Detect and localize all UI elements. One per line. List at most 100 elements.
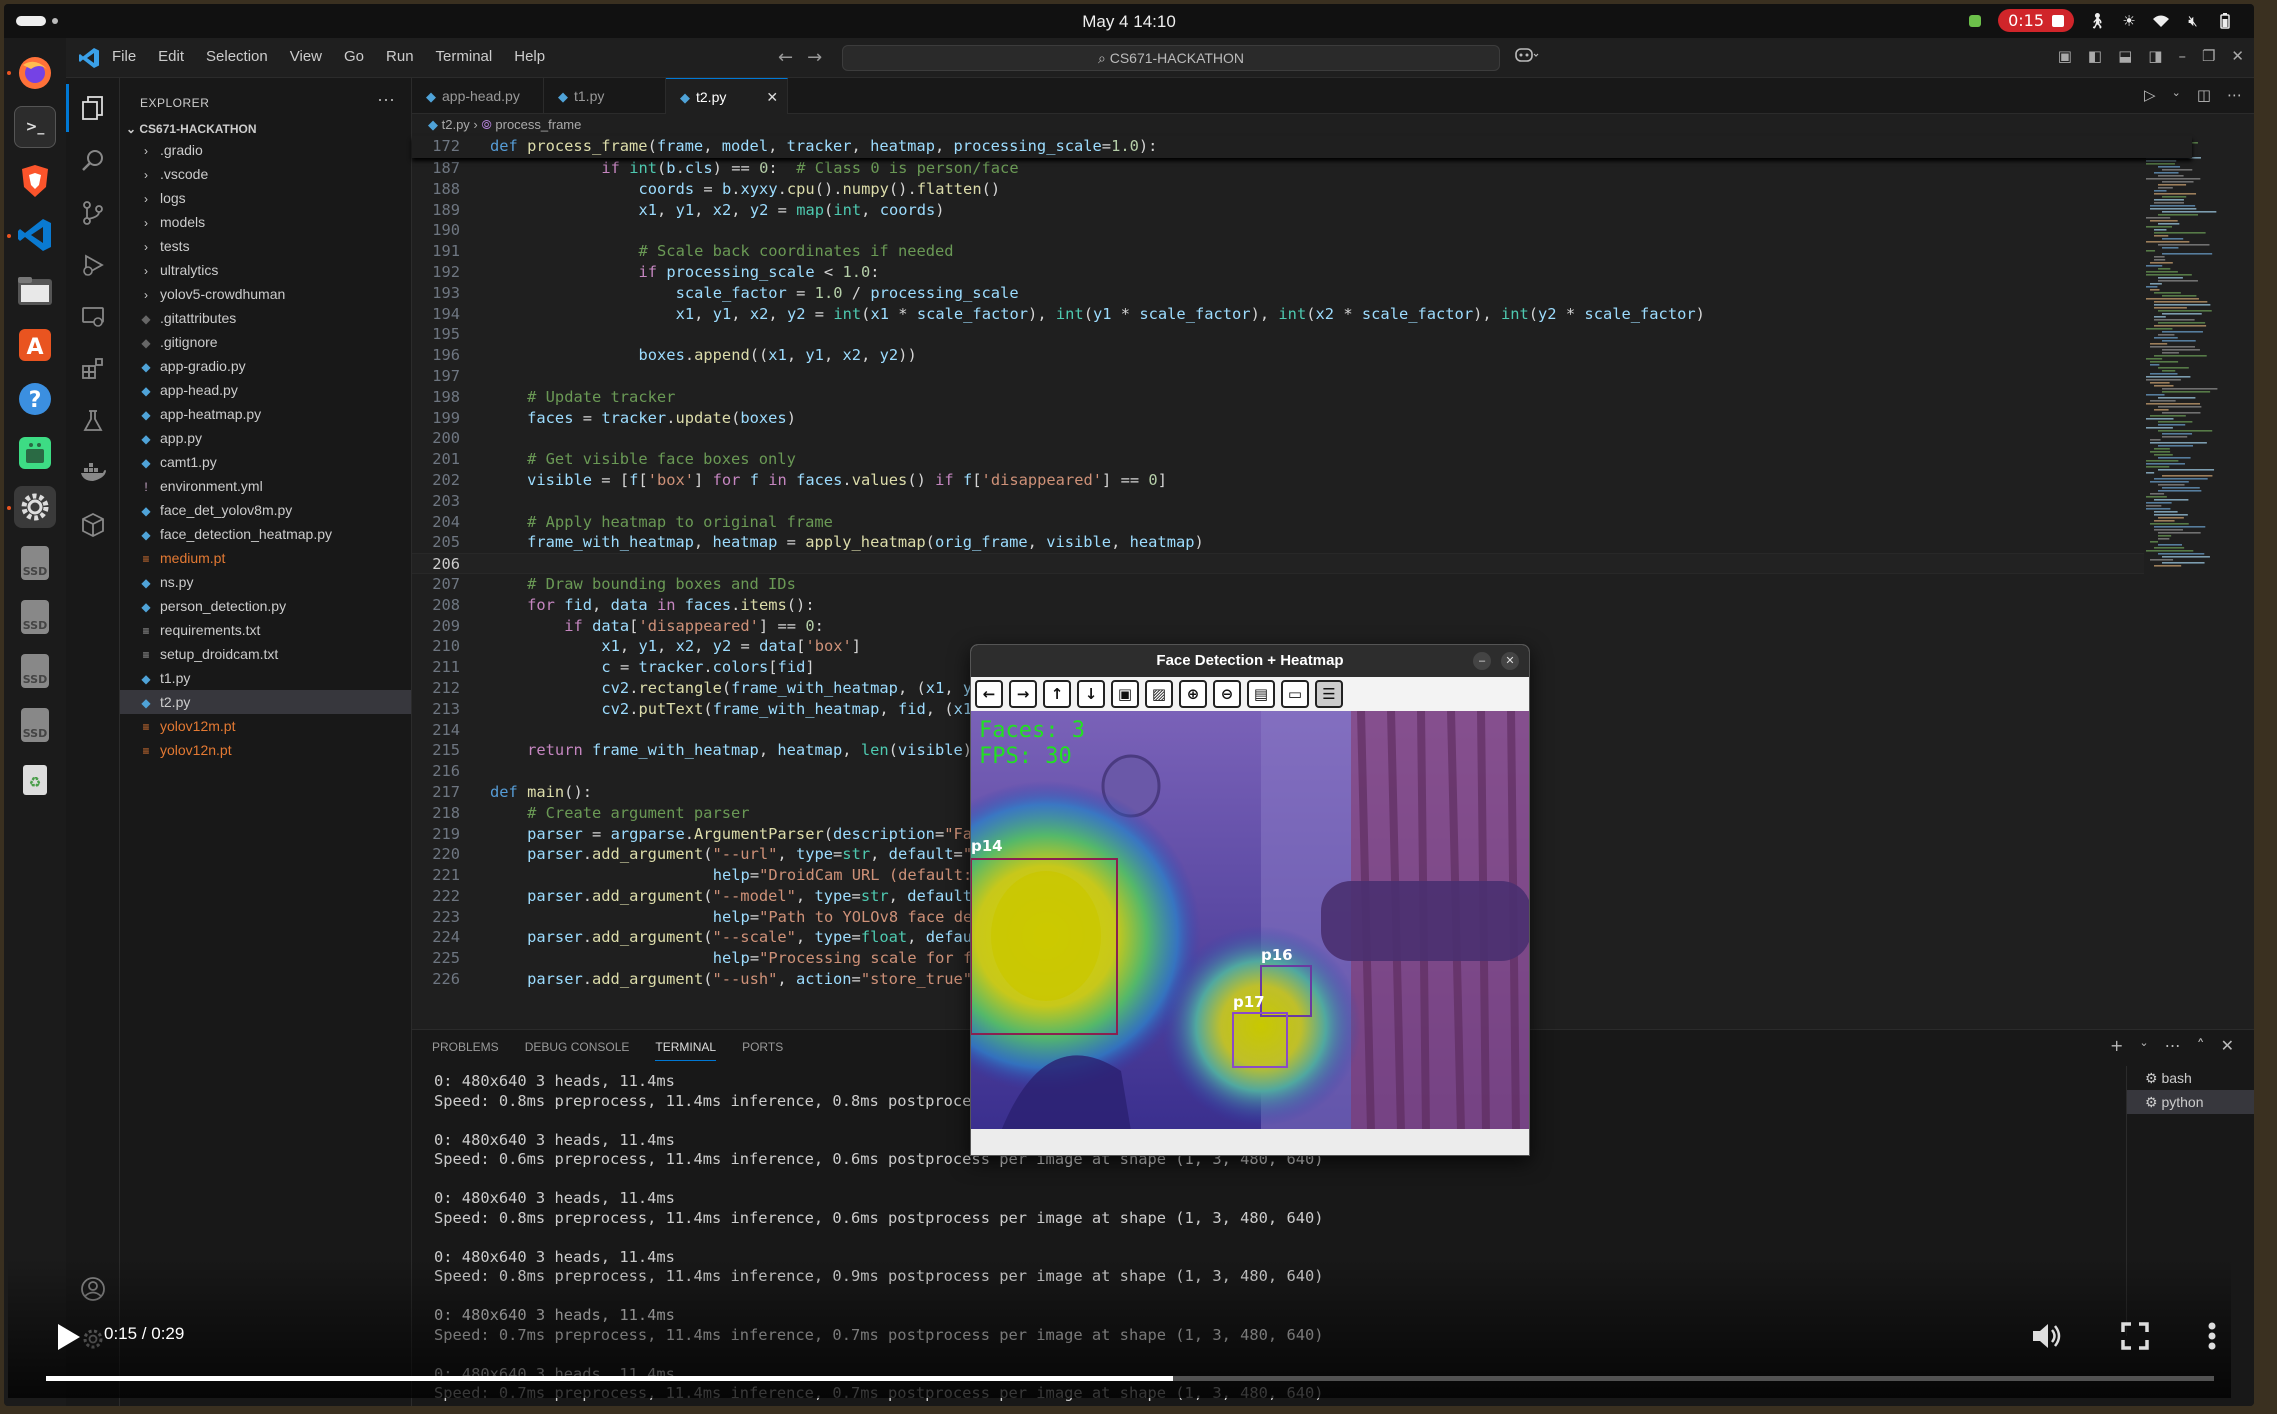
code-line[interactable]: 195 — [412, 324, 2144, 345]
help-icon[interactable]: ? — [14, 378, 56, 420]
copilot-icon[interactable] — [1514, 47, 1540, 67]
ssd-icon[interactable]: SSD — [14, 596, 56, 638]
file-item[interactable]: ≡ setup_droidcam.txt — [120, 642, 411, 666]
arrow-left-icon[interactable]: ← — [975, 680, 1003, 708]
code-line[interactable]: 191 # Scale back coordinates if needed — [412, 241, 2144, 262]
docker-icon[interactable] — [78, 458, 108, 488]
code-line[interactable]: 204 # Apply heatmap to original frame — [412, 512, 2144, 533]
app-center-icon[interactable]: A — [14, 324, 56, 366]
code-line[interactable]: 190 — [412, 220, 2144, 241]
code-line[interactable]: 207 # Draw bounding boxes and IDs — [412, 574, 2144, 595]
chevron-down-icon[interactable]: ⌄ — [2139, 1036, 2148, 1055]
file-item[interactable]: ◆ face_detection_heatmap.py — [120, 522, 411, 546]
opencv-title-bar[interactable]: Face Detection + Heatmap – ✕ — [971, 645, 1529, 677]
more-options-icon[interactable] — [2207, 1322, 2217, 1350]
file-item[interactable]: ◆ app-gradio.py — [120, 354, 411, 378]
zoom-image-icon[interactable]: ▨ — [1145, 680, 1173, 708]
vscode-icon[interactable] — [14, 214, 56, 256]
update-icon[interactable] — [1966, 12, 1984, 30]
folder-item[interactable]: › logs — [120, 186, 411, 210]
settings-icon[interactable] — [14, 486, 56, 528]
brightness-icon[interactable]: ☀ — [2120, 12, 2138, 30]
file-item[interactable]: ! environment.yml — [120, 474, 411, 498]
ssd-icon[interactable]: SSD — [14, 704, 56, 746]
properties-icon[interactable]: ☰ — [1315, 680, 1343, 708]
trash-icon[interactable]: ♻ — [14, 758, 56, 800]
folder-item[interactable]: › tests — [120, 234, 411, 258]
file-item[interactable]: ≡ yolov12m.pt — [120, 714, 411, 738]
new-terminal-icon[interactable]: + — [2110, 1036, 2123, 1055]
code-line[interactable]: 200 — [412, 428, 2144, 449]
wifi-icon[interactable] — [2152, 12, 2170, 30]
tab-t2[interactable]: ◆ t2.py ✕ — [666, 78, 788, 114]
close-icon[interactable]: ✕ — [1501, 652, 1519, 670]
volume-icon[interactable]: 🔇︎ — [2184, 12, 2202, 30]
extensions-icon[interactable] — [78, 354, 108, 384]
breadcrumb-symbol[interactable]: process_frame — [495, 117, 581, 132]
search-icon[interactable] — [78, 146, 108, 176]
layout-icon[interactable]: ▣ — [2058, 47, 2072, 65]
fullscreen-icon[interactable] — [2121, 1322, 2149, 1350]
folder-item[interactable]: › ultralytics — [120, 258, 411, 282]
code-line[interactable]: 205 frame_with_heatmap, heatmap = apply_… — [412, 532, 2144, 553]
arrow-down-icon[interactable]: ↓ — [1077, 680, 1105, 708]
file-item[interactable]: ◆ .gitignore — [120, 330, 411, 354]
terminal-icon[interactable]: >_ — [14, 106, 56, 148]
toggle-panel-icon[interactable]: ⬓ — [2118, 47, 2132, 65]
menu-view[interactable]: View — [290, 48, 322, 65]
arrow-up-icon[interactable]: ↑ — [1043, 680, 1071, 708]
remote-explorer-icon[interactable] — [78, 302, 108, 332]
terminal-item-python[interactable]: ⚙ python — [2127, 1090, 2254, 1114]
toggle-sidebar-icon[interactable]: ◧ — [2088, 47, 2102, 65]
testing-icon[interactable] — [78, 406, 108, 436]
run-python-icon[interactable]: ▷ — [2144, 86, 2156, 104]
minimize-icon[interactable]: – — [1473, 652, 1491, 670]
ssd-icon[interactable]: SSD — [14, 650, 56, 692]
close-panel-icon[interactable]: ✕ — [2221, 1036, 2234, 1055]
tab-app-head[interactable]: ◆ app-head.py — [412, 78, 544, 114]
menu-file[interactable]: File — [112, 48, 136, 65]
files-icon[interactable] — [14, 270, 56, 312]
folder-item[interactable]: › models — [120, 210, 411, 234]
menu-run[interactable]: Run — [386, 48, 414, 65]
code-line[interactable]: 199 faces = tracker.update(boxes) — [412, 408, 2144, 429]
folder-item[interactable]: › .gradio — [120, 138, 411, 162]
tab-t1[interactable]: ◆ t1.py — [544, 78, 666, 114]
explorer-icon[interactable] — [78, 93, 108, 123]
battery-icon[interactable] — [2216, 12, 2234, 30]
code-line[interactable]: 209 if data['disappeared'] == 0: — [412, 616, 2144, 637]
code-line[interactable]: 188 coords = b.xyxy.cpu().numpy().flatte… — [412, 179, 2144, 200]
run-debug-icon[interactable] — [78, 250, 108, 280]
file-item[interactable]: ◆ face_det_yolov8m.py — [120, 498, 411, 522]
more-actions-icon[interactable]: ⋯ — [377, 90, 395, 111]
menu-terminal[interactable]: Terminal — [436, 48, 493, 65]
zoom-fit-icon[interactable]: ▣ — [1111, 680, 1139, 708]
code-line[interactable]: 192 if processing_scale < 1.0: — [412, 262, 2144, 283]
file-item[interactable]: ≡ yolov12n.pt — [120, 738, 411, 762]
video-progress-bar[interactable] — [46, 1376, 2214, 1381]
camera-frame-heatmap[interactable]: Faces: 3 FPS: 30 p14 p16 p17 — [971, 711, 1529, 1131]
tab-ports[interactable]: PORTS — [742, 1040, 783, 1061]
source-control-icon[interactable] — [78, 198, 108, 228]
code-line[interactable]: 196 boxes.append((x1, y1, x2, y2)) — [412, 345, 2144, 366]
maximize-icon[interactable]: ❐ — [2202, 47, 2215, 65]
code-line[interactable]: 208 for fid, data in faces.items(): — [412, 595, 2144, 616]
chevron-down-icon[interactable]: ⌄ — [2172, 86, 2181, 104]
code-line[interactable]: 206 — [412, 553, 2144, 574]
menu-help[interactable]: Help — [514, 48, 545, 65]
file-item[interactable]: ◆ app-heatmap.py — [120, 402, 411, 426]
file-item[interactable]: ◆ app-head.py — [120, 378, 411, 402]
file-item[interactable]: ◆ ns.py — [120, 570, 411, 594]
save-icon[interactable]: ▤ — [1247, 680, 1275, 708]
firefox-icon[interactable] — [14, 52, 56, 94]
minimap[interactable] — [2140, 136, 2230, 776]
file-item[interactable]: ◆ t2.py — [120, 690, 411, 714]
folder-item[interactable]: › .vscode — [120, 162, 411, 186]
code-line[interactable]: 202 visible = [f['box'] for f in faces.v… — [412, 470, 2144, 491]
file-item[interactable]: ◆ t1.py — [120, 666, 411, 690]
file-item[interactable]: ◆ .gitattributes — [120, 306, 411, 330]
code-line[interactable]: 189 x1, y1, x2, y2 = map(int, coords) — [412, 200, 2144, 221]
close-icon[interactable]: ✕ — [2231, 47, 2244, 65]
accessibility-icon[interactable]: 🚶︎ — [2087, 12, 2106, 30]
brave-icon[interactable] — [14, 160, 56, 202]
